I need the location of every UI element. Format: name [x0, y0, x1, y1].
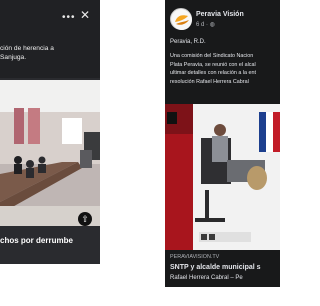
post-body-line-4: resolución Rafael Herrera Cabral — [170, 79, 249, 86]
link-preview-image[interactable] — [165, 104, 280, 250]
globe-icon: ◍ — [209, 22, 215, 28]
left-post-caption: chos por derrumbe — [0, 236, 73, 245]
right-post-card[interactable]: Peravia Visión 6 d · ◍ Peravia, R.D. Una… — [165, 0, 280, 287]
left-post-text-line-2: Sanjuga. — [0, 54, 27, 61]
conference-room-photo — [0, 80, 100, 226]
post-body: Una comisión del Sindicato Nacion Plata … — [170, 52, 280, 87]
link-subtitle: Rafael Herrera Cabral – Pe — [170, 275, 243, 281]
page-avatar[interactable] — [170, 8, 192, 30]
close-icon[interactable]: ✕ — [80, 8, 90, 22]
page-name[interactable]: Peravia Visión — [196, 11, 244, 18]
post-body-line-3: ultimar detalles con relación a la ent — [170, 70, 256, 77]
link-title[interactable]: SNTP y alcalde municipal s — [170, 264, 261, 271]
post-time-text: 6 d · — [196, 22, 210, 28]
more-options-icon[interactable]: ••• — [62, 12, 76, 23]
post-location: Peravia, R.D. — [170, 39, 206, 45]
post-time: 6 d · ◍ — [196, 21, 215, 28]
left-post-text: ción de herencia a Sanjuga. — [0, 44, 100, 62]
share-icon[interactable]: ⇧ — [78, 212, 92, 226]
post-body-line-1: Una comisión del Sindicato Nacion — [170, 53, 254, 59]
office-meeting-photo — [165, 104, 280, 250]
logo-icon — [172, 10, 192, 30]
left-post-card[interactable]: ••• ✕ ción de herencia a Sanjuga. ⇧ chos… — [0, 0, 100, 264]
link-domain: PERAVIAVISION.TV — [170, 254, 220, 260]
left-post-text-line-1: ción de herencia a — [0, 45, 54, 52]
post-body-line-2: Plata Peravia, se reunió con el alcal — [170, 61, 256, 68]
left-post-image[interactable] — [0, 80, 100, 226]
